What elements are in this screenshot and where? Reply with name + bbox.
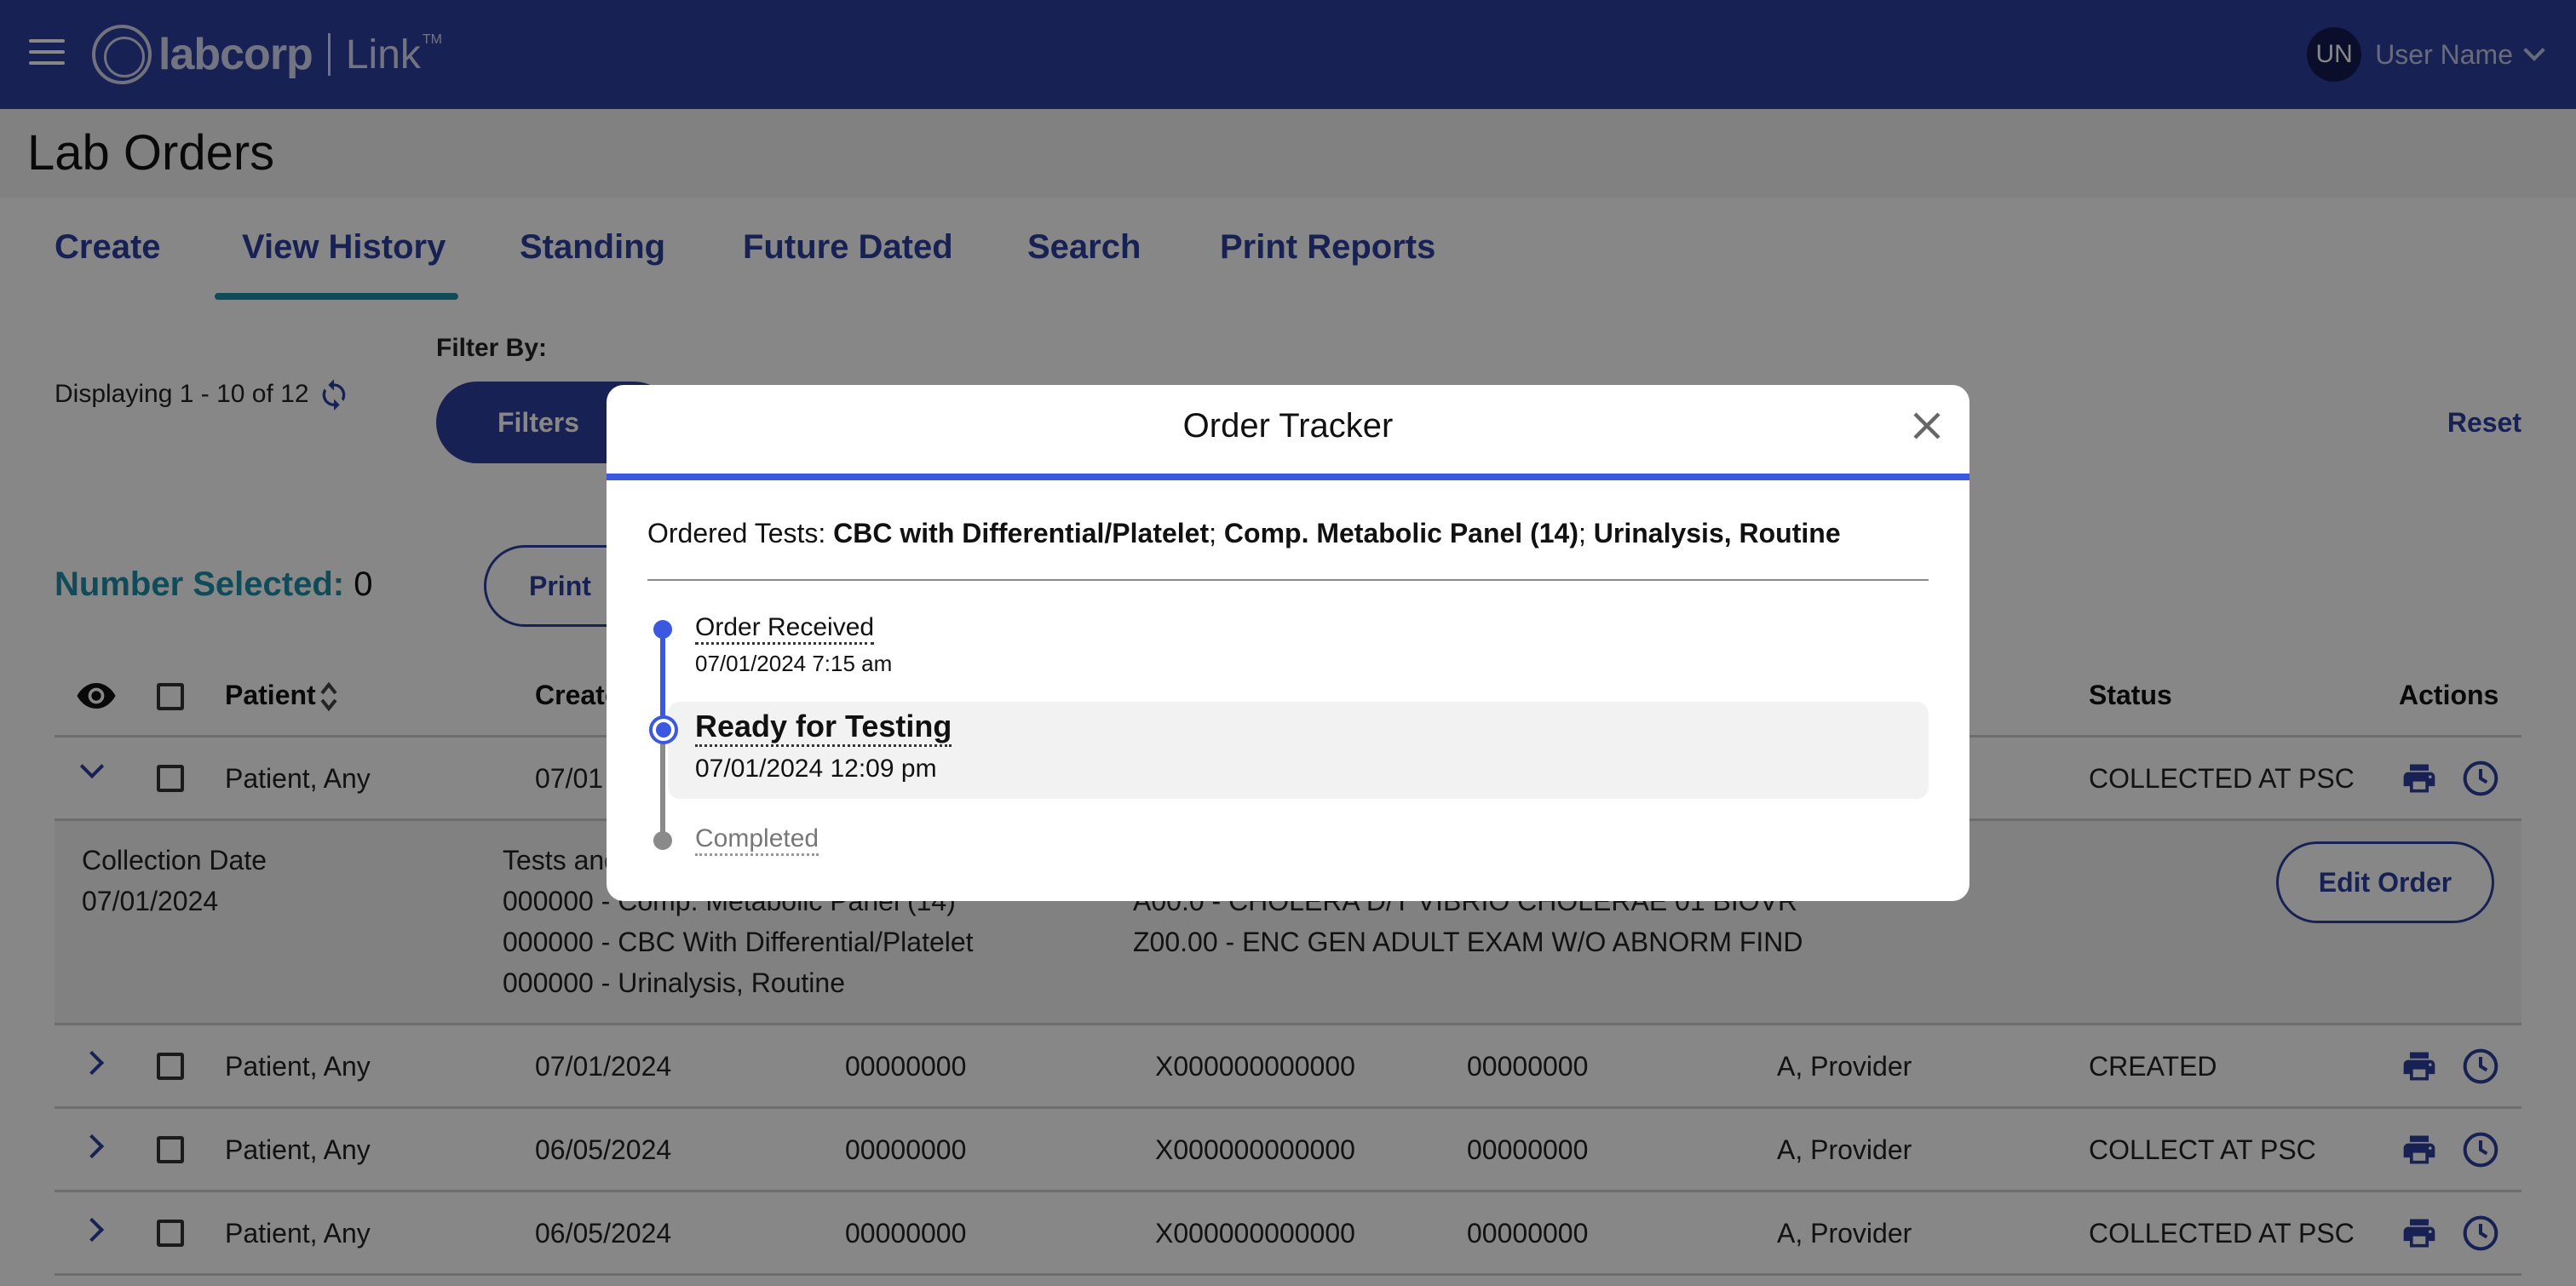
modal-accent-bar [607, 474, 1969, 480]
step-label-order-received[interactable]: Order Received [695, 613, 875, 645]
step-date: 07/01/2024 7:15 am [695, 651, 893, 676]
close-icon[interactable] [1910, 409, 1944, 443]
step-done-marker [653, 620, 672, 639]
modal-title: Order Tracker [1182, 407, 1394, 445]
ordered-tests-label: Ordered Tests: [647, 518, 826, 548]
ordered-test: CBC with Differential/Platelet [833, 518, 1210, 548]
step-label-completed[interactable]: Completed [695, 824, 819, 856]
ordered-tests: Ordered Tests: CBC with Differential/Pla… [647, 518, 1841, 549]
step-current-marker [649, 715, 678, 744]
ordered-test: Comp. Metabolic Panel (14) [1223, 518, 1578, 548]
test-separator: ; [1209, 518, 1217, 548]
step-date: 07/01/2024 12:09 pm [695, 755, 937, 783]
divider [647, 579, 1929, 581]
order-tracker-modal: Order Tracker Ordered Tests: CBC with Di… [607, 385, 1969, 901]
test-separator: ; [1578, 518, 1586, 548]
step-pending-marker [653, 831, 672, 850]
ordered-test: Urinalysis, Routine [1593, 518, 1841, 548]
progress-line-pending [660, 731, 665, 843]
step-label-ready-for-testing[interactable]: Ready for Testing [695, 709, 952, 747]
